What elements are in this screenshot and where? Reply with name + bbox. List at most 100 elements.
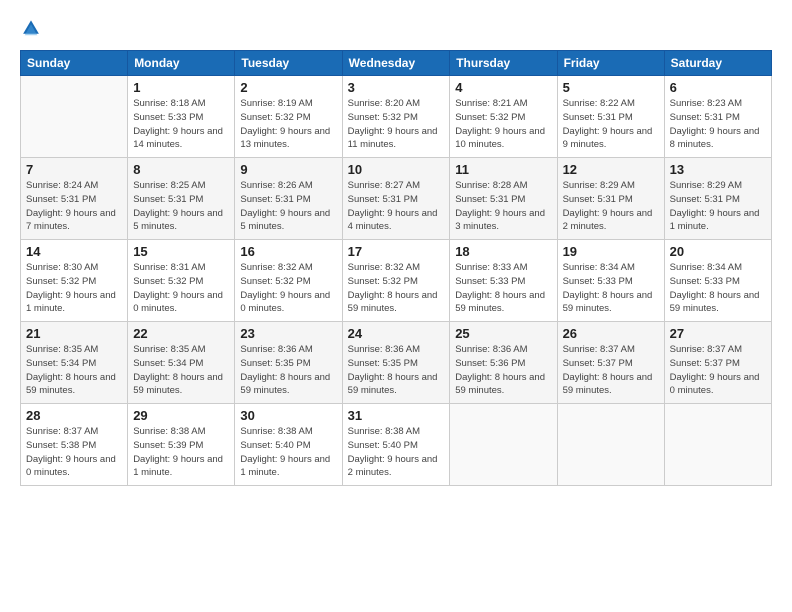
calendar-cell: 20 Sunrise: 8:34 AM Sunset: 5:33 PM Dayli… bbox=[664, 240, 771, 322]
calendar-cell: 3 Sunrise: 8:20 AM Sunset: 5:32 PM Daylig… bbox=[342, 76, 450, 158]
day-info: Sunrise: 8:32 AM Sunset: 5:32 PM Dayligh… bbox=[240, 261, 336, 316]
day-info: Sunrise: 8:33 AM Sunset: 5:33 PM Dayligh… bbox=[455, 261, 551, 316]
logo bbox=[20, 18, 44, 40]
day-info: Sunrise: 8:36 AM Sunset: 5:35 PM Dayligh… bbox=[240, 343, 336, 398]
weekday-header: Thursday bbox=[450, 51, 557, 76]
day-info: Sunrise: 8:30 AM Sunset: 5:32 PM Dayligh… bbox=[26, 261, 122, 316]
calendar-header-row: SundayMondayTuesdayWednesdayThursdayFrid… bbox=[21, 51, 772, 76]
calendar-cell: 9Sunrise: 8:26 AM Sunset: 5:31 PM Daylig… bbox=[235, 158, 342, 240]
day-info: Sunrise: 8:20 AM Sunset: 5:32 PM Dayligh… bbox=[348, 97, 445, 152]
day-number: 7 bbox=[26, 162, 122, 177]
calendar-cell: 7Sunrise: 8:24 AM Sunset: 5:31 PM Daylig… bbox=[21, 158, 128, 240]
day-info: Sunrise: 8:22 AM Sunset: 5:31 PM Dayligh… bbox=[563, 97, 659, 152]
weekday-header: Friday bbox=[557, 51, 664, 76]
logo-icon bbox=[20, 18, 42, 40]
weekday-header: Sunday bbox=[21, 51, 128, 76]
day-info: Sunrise: 8:29 AM Sunset: 5:31 PM Dayligh… bbox=[670, 179, 766, 234]
day-info: Sunrise: 8:37 AM Sunset: 5:38 PM Dayligh… bbox=[26, 425, 122, 480]
day-info: Sunrise: 8:31 AM Sunset: 5:32 PM Dayligh… bbox=[133, 261, 229, 316]
calendar-cell: 6 Sunrise: 8:23 AM Sunset: 5:31 PM Daylig… bbox=[664, 76, 771, 158]
day-number: 9 bbox=[240, 162, 336, 177]
day-number: 16 bbox=[240, 244, 336, 259]
day-info: Sunrise: 8:29 AM Sunset: 5:31 PM Dayligh… bbox=[563, 179, 659, 234]
calendar-cell: 10Sunrise: 8:27 AM Sunset: 5:31 PM Dayli… bbox=[342, 158, 450, 240]
calendar-cell bbox=[450, 404, 557, 486]
calendar-cell: 18 Sunrise: 8:33 AM Sunset: 5:33 PM Dayli… bbox=[450, 240, 557, 322]
calendar-cell bbox=[21, 76, 128, 158]
calendar-week-row: 28 Sunrise: 8:37 AM Sunset: 5:38 PM Dayli… bbox=[21, 404, 772, 486]
header bbox=[20, 18, 772, 40]
day-number: 28 bbox=[26, 408, 122, 423]
calendar-cell: 22 Sunrise: 8:35 AM Sunset: 5:34 PM Dayli… bbox=[128, 322, 235, 404]
calendar-cell: 19 Sunrise: 8:34 AM Sunset: 5:33 PM Dayli… bbox=[557, 240, 664, 322]
calendar-cell: 28 Sunrise: 8:37 AM Sunset: 5:38 PM Dayli… bbox=[21, 404, 128, 486]
day-info: Sunrise: 8:36 AM Sunset: 5:35 PM Dayligh… bbox=[348, 343, 445, 398]
day-number: 8 bbox=[133, 162, 229, 177]
day-number: 13 bbox=[670, 162, 766, 177]
calendar-week-row: 21 Sunrise: 8:35 AM Sunset: 5:34 PM Dayli… bbox=[21, 322, 772, 404]
day-number: 4 bbox=[455, 80, 551, 95]
day-info: Sunrise: 8:35 AM Sunset: 5:34 PM Dayligh… bbox=[26, 343, 122, 398]
day-info: Sunrise: 8:34 AM Sunset: 5:33 PM Dayligh… bbox=[563, 261, 659, 316]
day-number: 21 bbox=[26, 326, 122, 341]
calendar-cell: 11Sunrise: 8:28 AM Sunset: 5:31 PM Dayli… bbox=[450, 158, 557, 240]
calendar-cell: 27Sunrise: 8:37 AM Sunset: 5:37 PM Dayli… bbox=[664, 322, 771, 404]
day-info: Sunrise: 8:32 AM Sunset: 5:32 PM Dayligh… bbox=[348, 261, 445, 316]
calendar-cell: 15Sunrise: 8:31 AM Sunset: 5:32 PM Dayli… bbox=[128, 240, 235, 322]
calendar-cell: 16 Sunrise: 8:32 AM Sunset: 5:32 PM Dayli… bbox=[235, 240, 342, 322]
day-info: Sunrise: 8:38 AM Sunset: 5:40 PM Dayligh… bbox=[240, 425, 336, 480]
calendar-week-row: 14Sunrise: 8:30 AM Sunset: 5:32 PM Dayli… bbox=[21, 240, 772, 322]
day-number: 11 bbox=[455, 162, 551, 177]
weekday-header: Saturday bbox=[664, 51, 771, 76]
day-number: 6 bbox=[670, 80, 766, 95]
day-info: Sunrise: 8:37 AM Sunset: 5:37 PM Dayligh… bbox=[670, 343, 766, 398]
calendar-cell: 13 Sunrise: 8:29 AM Sunset: 5:31 PM Dayli… bbox=[664, 158, 771, 240]
day-number: 3 bbox=[348, 80, 445, 95]
weekday-header: Monday bbox=[128, 51, 235, 76]
calendar-cell: 12 Sunrise: 8:29 AM Sunset: 5:31 PM Dayli… bbox=[557, 158, 664, 240]
calendar-cell: 30 Sunrise: 8:38 AM Sunset: 5:40 PM Dayli… bbox=[235, 404, 342, 486]
day-number: 20 bbox=[670, 244, 766, 259]
calendar-week-row: 7Sunrise: 8:24 AM Sunset: 5:31 PM Daylig… bbox=[21, 158, 772, 240]
day-number: 29 bbox=[133, 408, 229, 423]
page: SundayMondayTuesdayWednesdayThursdayFrid… bbox=[0, 0, 792, 612]
calendar-cell: 25Sunrise: 8:36 AM Sunset: 5:36 PM Dayli… bbox=[450, 322, 557, 404]
calendar-cell: 8 Sunrise: 8:25 AM Sunset: 5:31 PM Daylig… bbox=[128, 158, 235, 240]
calendar-cell: 21 Sunrise: 8:35 AM Sunset: 5:34 PM Dayli… bbox=[21, 322, 128, 404]
day-info: Sunrise: 8:34 AM Sunset: 5:33 PM Dayligh… bbox=[670, 261, 766, 316]
day-number: 5 bbox=[563, 80, 659, 95]
calendar-cell: 31Sunrise: 8:38 AM Sunset: 5:40 PM Dayli… bbox=[342, 404, 450, 486]
day-info: Sunrise: 8:18 AM Sunset: 5:33 PM Dayligh… bbox=[133, 97, 229, 152]
day-info: Sunrise: 8:37 AM Sunset: 5:37 PM Dayligh… bbox=[563, 343, 659, 398]
calendar-cell: 5 Sunrise: 8:22 AM Sunset: 5:31 PM Daylig… bbox=[557, 76, 664, 158]
day-info: Sunrise: 8:35 AM Sunset: 5:34 PM Dayligh… bbox=[133, 343, 229, 398]
day-number: 24 bbox=[348, 326, 445, 341]
calendar-cell: 17 Sunrise: 8:32 AM Sunset: 5:32 PM Dayli… bbox=[342, 240, 450, 322]
day-number: 19 bbox=[563, 244, 659, 259]
day-info: Sunrise: 8:25 AM Sunset: 5:31 PM Dayligh… bbox=[133, 179, 229, 234]
weekday-header: Tuesday bbox=[235, 51, 342, 76]
calendar-cell: 4Sunrise: 8:21 AM Sunset: 5:32 PM Daylig… bbox=[450, 76, 557, 158]
day-info: Sunrise: 8:38 AM Sunset: 5:39 PM Dayligh… bbox=[133, 425, 229, 480]
day-number: 22 bbox=[133, 326, 229, 341]
day-number: 10 bbox=[348, 162, 445, 177]
day-info: Sunrise: 8:23 AM Sunset: 5:31 PM Dayligh… bbox=[670, 97, 766, 152]
day-number: 1 bbox=[133, 80, 229, 95]
day-number: 23 bbox=[240, 326, 336, 341]
calendar-cell: 24 Sunrise: 8:36 AM Sunset: 5:35 PM Dayli… bbox=[342, 322, 450, 404]
day-number: 30 bbox=[240, 408, 336, 423]
day-info: Sunrise: 8:19 AM Sunset: 5:32 PM Dayligh… bbox=[240, 97, 336, 152]
weekday-header: Wednesday bbox=[342, 51, 450, 76]
calendar-cell: 29 Sunrise: 8:38 AM Sunset: 5:39 PM Dayli… bbox=[128, 404, 235, 486]
calendar-cell: 14Sunrise: 8:30 AM Sunset: 5:32 PM Dayli… bbox=[21, 240, 128, 322]
day-info: Sunrise: 8:38 AM Sunset: 5:40 PM Dayligh… bbox=[348, 425, 445, 480]
calendar-cell bbox=[664, 404, 771, 486]
day-number: 12 bbox=[563, 162, 659, 177]
calendar-cell: 1 Sunrise: 8:18 AM Sunset: 5:33 PM Daylig… bbox=[128, 76, 235, 158]
calendar-table: SundayMondayTuesdayWednesdayThursdayFrid… bbox=[20, 50, 772, 486]
day-number: 25 bbox=[455, 326, 551, 341]
day-number: 2 bbox=[240, 80, 336, 95]
day-number: 17 bbox=[348, 244, 445, 259]
day-number: 18 bbox=[455, 244, 551, 259]
calendar-cell bbox=[557, 404, 664, 486]
